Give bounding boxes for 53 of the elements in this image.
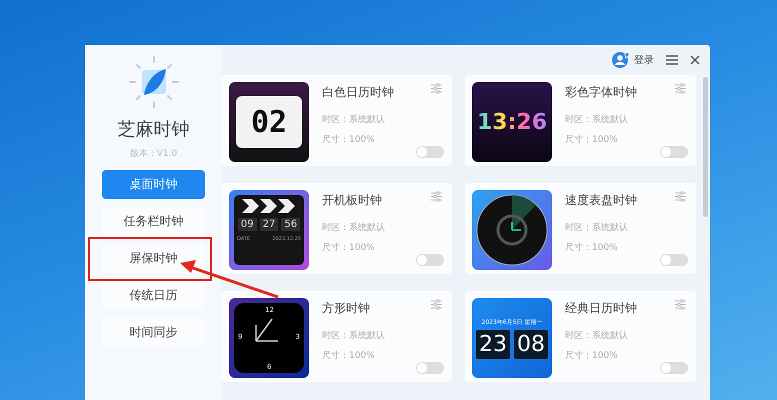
- toggle-switch[interactable]: [416, 254, 444, 266]
- clock-card[interactable]: 02 白色日历时钟 时区：系统默认 尺寸：100%: [222, 75, 452, 166]
- clock-title: 白色日历时钟: [322, 84, 394, 101]
- timezone-label: 时区：系统默认: [322, 222, 385, 234]
- settings-icon[interactable]: [675, 191, 686, 202]
- settings-icon[interactable]: [431, 83, 442, 94]
- clock-title: 彩色字体时钟: [565, 84, 637, 101]
- settings-icon[interactable]: [431, 191, 442, 202]
- timezone-label: 时区：系统默认: [322, 114, 386, 126]
- size-label: 尺寸：100%: [322, 242, 376, 254]
- sidebar-item[interactable]: 任务栏时钟: [102, 207, 205, 236]
- clock-title: 经典日历时钟: [565, 300, 637, 317]
- timezone-label: 时区：系统默认: [565, 222, 629, 234]
- preview-digits: 08: [514, 330, 548, 358]
- sidebar-item[interactable]: 桌面时钟: [102, 170, 205, 199]
- timezone-label: 时区：系统默认: [565, 330, 629, 342]
- preview-digits: 09: [238, 218, 257, 231]
- preview-digits: 27: [260, 218, 278, 231]
- size-label: 尺寸：100%: [322, 134, 376, 146]
- toggle-switch[interactable]: [660, 362, 688, 374]
- timezone-label: 时区：系统默认: [565, 114, 629, 126]
- preview-digits: 56: [281, 218, 300, 231]
- toggle-switch[interactable]: [660, 146, 688, 158]
- clock-card[interactable]: 13:26 彩色字体时钟 时区：系统默认 尺寸：100%: [465, 75, 696, 166]
- login-button[interactable]: 登录: [612, 52, 654, 68]
- app-name: 芝麻时钟: [118, 118, 190, 141]
- size-label: 尺寸：100%: [565, 134, 619, 146]
- toggle-switch[interactable]: [660, 254, 688, 266]
- clock-title: 速度表盘时钟: [565, 192, 637, 209]
- menu-icon[interactable]: [666, 55, 678, 65]
- preview-digits: 02: [250, 104, 288, 140]
- clock-title: 方形时钟: [322, 300, 371, 317]
- chevrons-icon: [242, 199, 296, 213]
- size-label: 尺寸：100%: [565, 350, 619, 362]
- timezone-label: 时区：系统默认: [322, 330, 385, 342]
- version-label: 版本：V1.0: [130, 148, 178, 160]
- sidebar-item[interactable]: 时间同步: [102, 318, 205, 347]
- sidebar-item[interactable]: 屏保时钟: [102, 244, 205, 273]
- logo-icon: [128, 55, 180, 109]
- settings-icon[interactable]: [431, 299, 442, 310]
- close-icon[interactable]: [690, 55, 700, 65]
- user-icon: [612, 52, 630, 68]
- size-label: 尺寸：100%: [322, 350, 376, 362]
- toggle-switch[interactable]: [416, 146, 444, 158]
- sidebar-item[interactable]: 传统日历: [102, 281, 205, 310]
- toggle-switch[interactable]: [416, 362, 444, 374]
- clock-title: 开机板时钟: [322, 192, 383, 209]
- settings-icon[interactable]: [675, 299, 686, 310]
- preview-digits: 23: [476, 330, 510, 358]
- size-label: 尺寸：100%: [565, 242, 619, 254]
- settings-icon[interactable]: [675, 83, 686, 94]
- scrollbar[interactable]: [703, 77, 708, 217]
- clock-card[interactable]: 速度表盘时钟 时区：系统默认 尺寸：100%: [465, 183, 696, 274]
